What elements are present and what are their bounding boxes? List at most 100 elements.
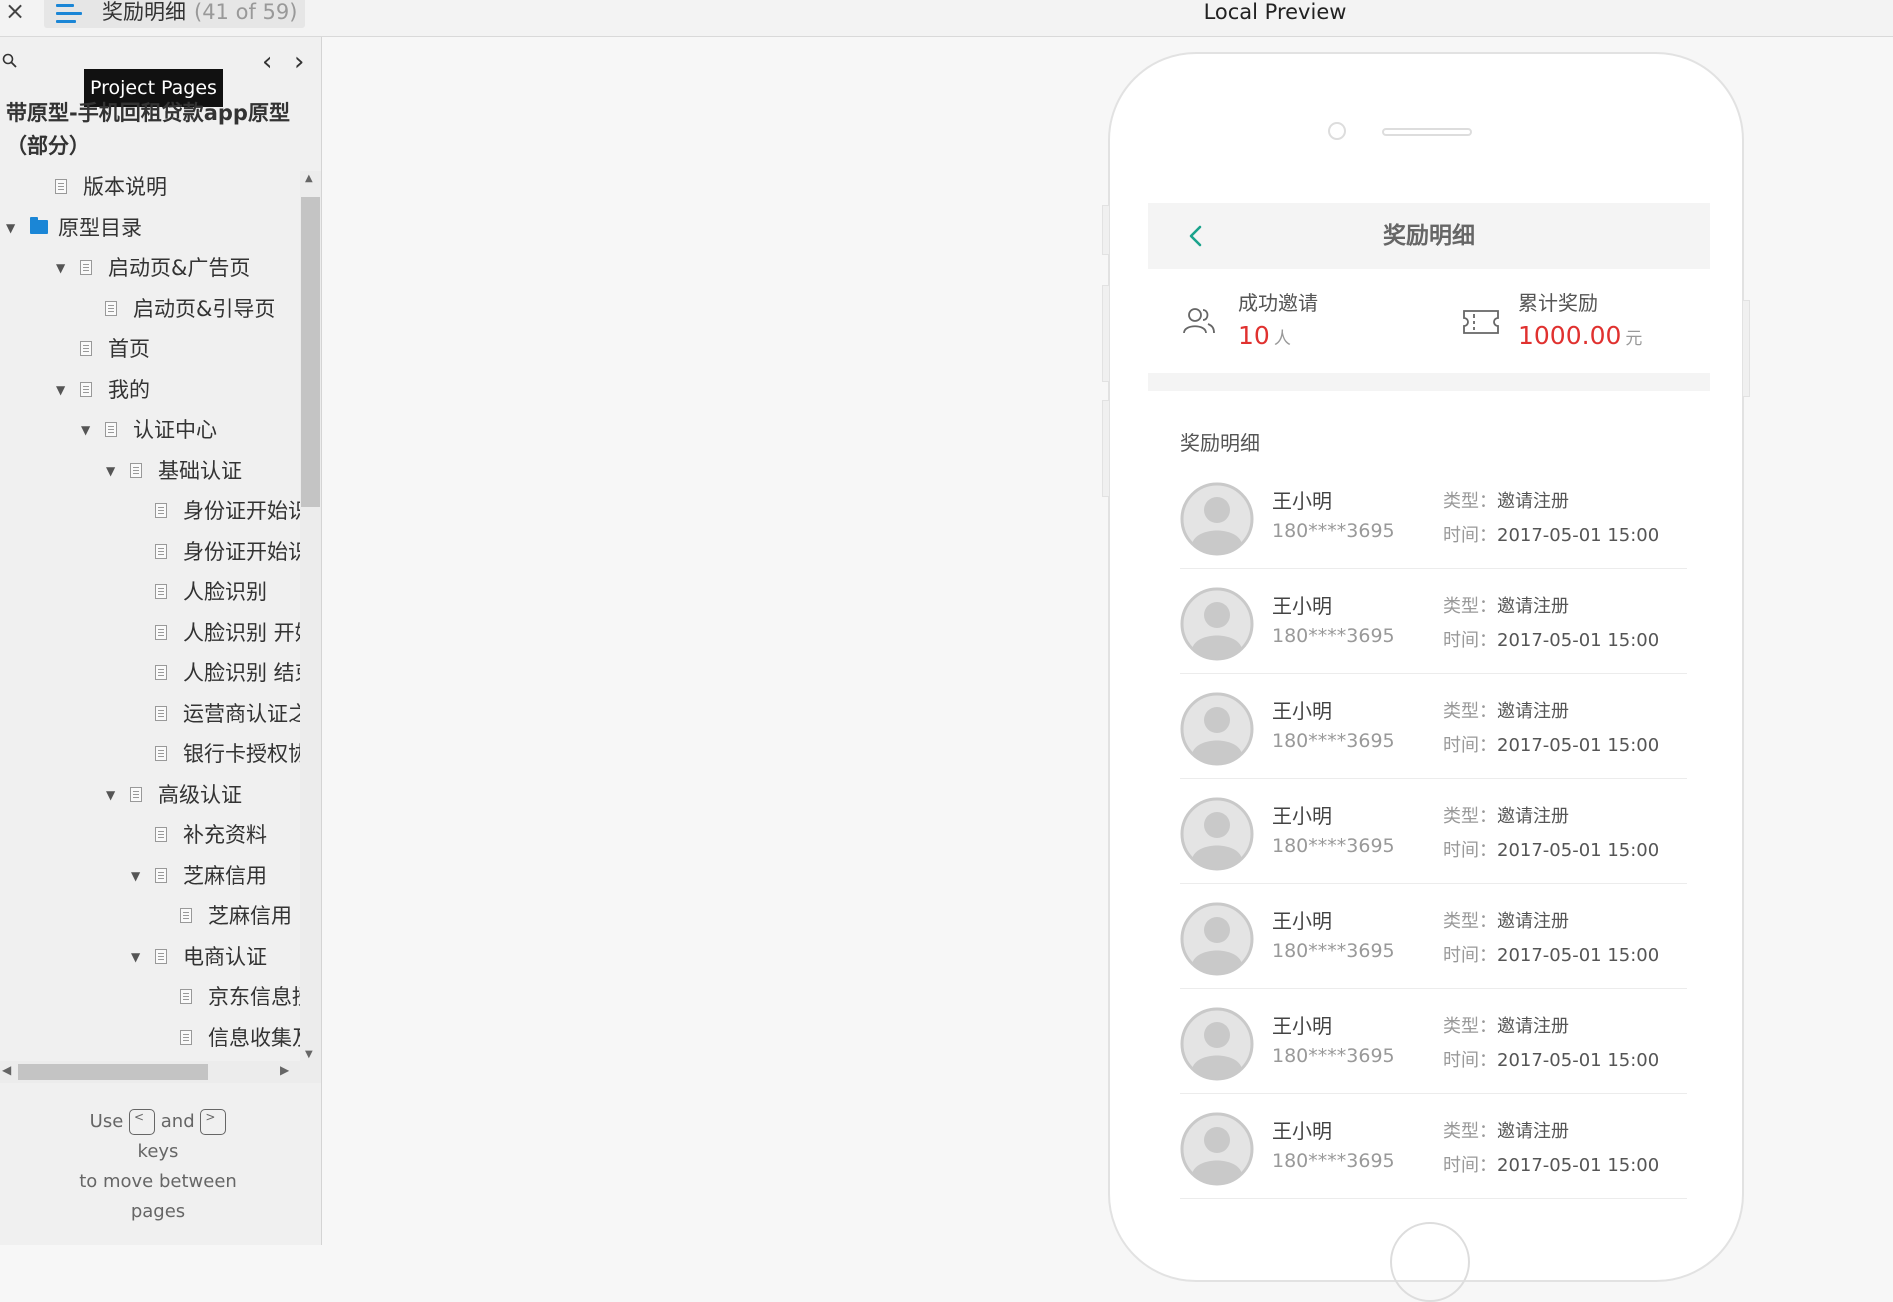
tree-item[interactable]: ▼ 我的 — [0, 370, 300, 410]
avatar — [1180, 797, 1254, 871]
tree-item[interactable]: ▼ 基础认证 — [0, 451, 300, 491]
scrollbar-thumb[interactable] — [301, 197, 320, 507]
user-phone: 180****3695 — [1272, 835, 1395, 857]
page-icon — [155, 503, 167, 518]
tree-item[interactable]: ▼ 电商认证 — [0, 937, 300, 977]
caret-down-icon[interactable]: ▼ — [56, 248, 65, 288]
tree-item[interactable]: 人脸识别 开始 — [0, 613, 300, 653]
tree-item[interactable]: ▼ 认证中心 — [0, 410, 300, 450]
caret-down-icon[interactable]: ▼ — [106, 775, 115, 815]
user-name: 王小明 — [1272, 594, 1332, 618]
tree-item-label: 人脸识别 结束 — [183, 661, 300, 685]
tree-item[interactable]: 补充资料 — [0, 815, 300, 855]
tree-item[interactable]: 信息收集及使 — [0, 1018, 300, 1058]
tree-item[interactable]: 身份证开始识别 — [0, 532, 300, 572]
user-phone: 180****3695 — [1272, 940, 1395, 962]
tree-item-label: 银行卡授权协议 — [183, 742, 300, 766]
tree-item-label: 人脸识别 — [183, 580, 267, 604]
keyboard-hint: Use < and > keys to move between pages — [60, 1107, 256, 1227]
type-label: 类型： — [1443, 1121, 1497, 1142]
reward-type: 类型：邀请注册 — [1443, 487, 1569, 513]
horizontal-scrollbar[interactable]: ◀ ▶ — [0, 1061, 321, 1083]
tree-item[interactable]: 版本说明 — [0, 167, 300, 207]
prev-page-button[interactable]: ‹ — [262, 49, 272, 75]
hint-text: and — [160, 1111, 195, 1132]
tree-item[interactable]: 芝麻信用 (1) — [0, 896, 300, 936]
coupon-icon — [1463, 310, 1499, 334]
tree-item-label: 人脸识别 开始 — [183, 620, 300, 645]
page-icon — [80, 341, 92, 356]
caret-down-icon[interactable]: ▼ — [81, 410, 90, 450]
avatar — [1180, 902, 1254, 976]
scroll-right-icon[interactable]: ▶ — [280, 1063, 289, 1077]
tree-item[interactable]: 启动页&引导页 — [0, 289, 300, 329]
user-name: 王小明 — [1272, 909, 1332, 933]
scrollbar-thumb[interactable] — [18, 1064, 208, 1080]
avatar — [1180, 692, 1254, 766]
app-title: 奖励明细 — [1383, 223, 1475, 249]
page-icon — [155, 665, 167, 680]
tree-item[interactable]: 人脸识别 — [0, 572, 300, 612]
tree-item[interactable]: 银行卡授权协议 — [0, 734, 300, 774]
page-icon — [80, 260, 92, 275]
close-icon[interactable]: × — [5, 0, 25, 24]
tree-item[interactable]: ▼ 启动页&广告页 — [0, 248, 300, 288]
tree-item[interactable]: ▼ 高级认证 — [0, 775, 300, 815]
type-label: 类型： — [1443, 806, 1497, 827]
tree-item[interactable]: 首页 — [0, 329, 300, 369]
reward-time: 时间：2017-05-01 15:00 — [1443, 626, 1659, 652]
time-label: 时间： — [1443, 735, 1497, 756]
caret-down-icon[interactable]: ▼ — [56, 370, 65, 410]
list-item[interactable]: 王小明 180****3695 类型：邀请注册 时间：2017-05-01 15:00 — [1180, 1093, 1687, 1199]
tree-item-label: 高级认证 — [158, 782, 242, 807]
menu-icon[interactable] — [56, 4, 82, 24]
reward-time: 时间：2017-05-01 15:00 — [1443, 1046, 1659, 1072]
next-page-button[interactable]: › — [294, 49, 304, 75]
tree-item[interactable]: 京东信息授权 — [0, 977, 300, 1017]
users-icon — [1183, 308, 1215, 334]
scroll-up-icon[interactable]: ▲ — [305, 173, 313, 184]
page-selector[interactable]: 奖励明细 (41 of 59) — [44, 0, 305, 28]
list-item[interactable]: 王小明 180****3695 类型：邀请注册 时间：2017-05-01 15:00 — [1180, 988, 1687, 1094]
list-item[interactable]: 王小明 180****3695 类型：邀请注册 时间：2017-05-01 15:00 — [1180, 778, 1687, 884]
user-name: 王小明 — [1272, 1014, 1332, 1038]
list-item[interactable]: 王小明 180****3695 类型：邀请注册 时间：2017-05-01 15:00 — [1180, 568, 1687, 674]
hint-text: pages — [130, 1201, 186, 1222]
list-item[interactable]: 王小明 180****3695 类型：邀请注册 时间：2017-05-01 15:00 — [1180, 463, 1687, 569]
user-phone: 180****3695 — [1272, 1150, 1395, 1172]
invite-value-group: 10 人 — [1238, 321, 1291, 350]
caret-down-icon[interactable]: ▼ — [106, 451, 115, 491]
scroll-left-icon[interactable]: ◀ — [2, 1063, 11, 1077]
reward-list: 奖励明细 王小明 180****3695 类型：邀请注册 时间：2017-05-01 … — [1148, 391, 1710, 1201]
page-title: 奖励明细 — [102, 0, 186, 24]
tree-item[interactable]: ▼ 原型目录 — [0, 208, 300, 248]
reward-time: 时间：2017-05-01 15:00 — [1443, 1151, 1659, 1177]
caret-down-icon[interactable]: ▼ — [131, 856, 140, 896]
project-title: 带原型-手机回租贷款app原型（部分） — [6, 101, 290, 158]
type-label: 类型： — [1443, 911, 1497, 932]
tree-item[interactable]: 身份证开始识别 — [0, 491, 300, 531]
scroll-down-icon[interactable]: ▼ — [305, 1049, 313, 1060]
reward-type: 类型：邀请注册 — [1443, 697, 1569, 723]
reward-time: 时间：2017-05-01 15:00 — [1443, 836, 1659, 862]
reward-time: 时间：2017-05-01 15:00 — [1443, 941, 1659, 967]
user-name: 王小明 — [1272, 804, 1332, 828]
type-value: 邀请注册 — [1497, 1016, 1569, 1037]
page-icon — [105, 422, 117, 437]
reward-type: 类型：邀请注册 — [1443, 907, 1569, 933]
page-icon — [180, 908, 192, 923]
page-icon — [155, 827, 167, 842]
tree-item[interactable]: 人脸识别 结束 — [0, 653, 300, 693]
time-value: 2017-05-01 15:00 — [1497, 945, 1660, 966]
caret-down-icon[interactable]: ▼ — [131, 937, 140, 977]
vertical-scrollbar[interactable]: ▲ ▼ — [300, 171, 321, 1063]
tree-item-label: 原型目录 — [58, 215, 142, 240]
page-icon — [155, 543, 167, 559]
list-item[interactable]: 王小明 180****3695 类型：邀请注册 时间：2017-05-01 15:00 — [1180, 673, 1687, 779]
tree-item[interactable]: ▼ 芝麻信用 — [0, 856, 300, 896]
search-icon[interactable] — [2, 53, 18, 69]
caret-down-icon[interactable]: ▼ — [6, 208, 15, 248]
list-item[interactable]: 王小明 180****3695 类型：邀请注册时间：2017-05-01 15:00 — [1180, 883, 1687, 989]
tree-item[interactable]: 运营商认证之定 — [0, 694, 300, 734]
avatar — [1180, 1007, 1254, 1081]
